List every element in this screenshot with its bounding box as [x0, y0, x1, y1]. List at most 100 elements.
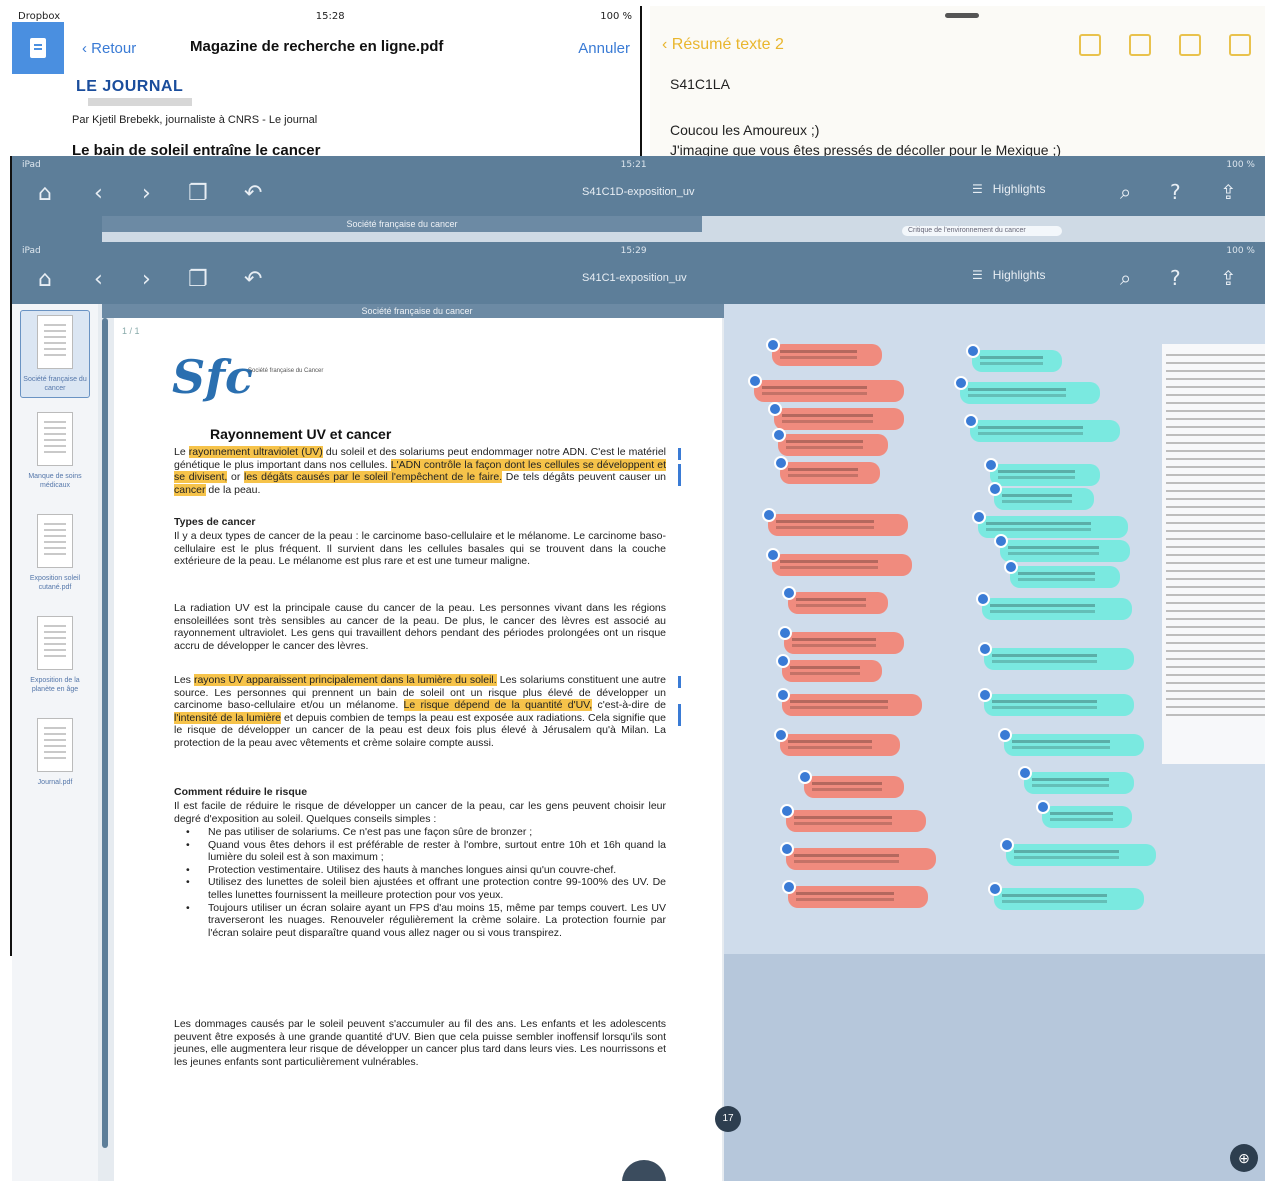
share-icon[interactable]: ⇪ — [1220, 266, 1237, 290]
highlight-bubble[interactable] — [798, 770, 904, 798]
highlighted-text[interactable]: les dégâts causés par le soleil l'empêch… — [244, 471, 503, 484]
highlight-bubble[interactable] — [966, 344, 1062, 372]
chevron-left-icon[interactable]: ‹ — [94, 268, 103, 292]
highlighted-text[interactable]: l'intensité de la lumière — [174, 711, 281, 724]
highlight-bubble[interactable] — [762, 508, 908, 536]
highlight-bubble[interactable] — [988, 482, 1094, 510]
home-icon[interactable]: ⌂ — [38, 268, 52, 292]
highlight-bubble[interactable] — [782, 586, 888, 614]
highlight-bubble[interactable] — [1004, 560, 1120, 588]
battery: 100 % — [1226, 246, 1255, 256]
camera-icon[interactable] — [1179, 34, 1201, 56]
page-thumbnail — [37, 412, 73, 466]
section-bar[interactable]: Société française du cancer — [102, 216, 702, 232]
chevron-right-icon[interactable]: › — [142, 182, 151, 206]
scrollbar[interactable] — [102, 318, 108, 1148]
highlight-bubble[interactable] — [774, 456, 880, 484]
highlight-bubble[interactable] — [776, 654, 882, 682]
search-icon[interactable]: ⌕ — [1120, 266, 1131, 290]
highlight-bubble[interactable] — [1036, 800, 1132, 828]
battery: 100 % — [600, 10, 632, 22]
chevron-left-icon[interactable]: ‹ — [94, 182, 103, 206]
drag-handle[interactable] — [945, 13, 979, 18]
highlight-bubble[interactable] — [994, 534, 1130, 562]
pages-icon[interactable]: ❐ — [188, 268, 208, 292]
share-icon[interactable]: ⇪ — [1220, 180, 1237, 204]
highlight-bubble[interactable] — [1000, 838, 1156, 866]
highlight-bubble[interactable] — [748, 374, 904, 402]
highlighted-text[interactable]: cancer — [174, 483, 206, 496]
chevron-right-icon[interactable]: › — [142, 268, 151, 292]
home-icon[interactable]: ⌂ — [38, 182, 52, 206]
highlight-marker[interactable] — [678, 676, 681, 688]
highlights-label: Highlights — [992, 182, 1046, 196]
page-label: 1 / 1 — [122, 326, 140, 336]
highlight-bubble[interactable] — [768, 402, 904, 430]
thumbnail-4[interactable]: Exposition de la planète en âge — [20, 616, 90, 694]
highlights-toggle[interactable]: ☰ Highlights — [972, 182, 1045, 196]
help-icon[interactable]: ? — [1170, 180, 1181, 204]
journal-logo: LE JOURNAL — [76, 78, 184, 95]
notes-panel: ‹ Résumé texte 2 S41C1LA Coucou les Amou… — [650, 6, 1265, 156]
highlight-bubble[interactable] — [998, 728, 1144, 756]
files-app-icon[interactable] — [12, 22, 64, 74]
thumbnail-caption: Journal.pdf — [37, 779, 73, 786]
table-icon[interactable] — [1129, 34, 1151, 56]
section-bar[interactable]: Société française du cancer — [102, 304, 732, 318]
highlights-toggle[interactable]: ☰ Highlights — [972, 268, 1045, 282]
pdf-page: 1 / 1 Sfc Société française du Cancer Ra… — [114, 318, 722, 1181]
compose-icon[interactable] — [1229, 34, 1251, 56]
list-item: Protection vestimentaire. Utilisez des h… — [174, 864, 666, 877]
highlight-pill[interactable]: Critique de l'environnement du cancer — [902, 226, 1062, 236]
highlight-bubble[interactable] — [954, 376, 1100, 404]
highlight-bubble[interactable] — [964, 414, 1120, 442]
highlight-bubble[interactable] — [988, 882, 1144, 910]
notes-back-button[interactable]: ‹ Résumé texte 2 — [662, 36, 784, 54]
undo-icon[interactable]: ↶ — [244, 268, 262, 292]
highlight-bubble[interactable] — [984, 458, 1100, 486]
undo-icon[interactable]: ↶ — [244, 182, 262, 206]
device: iPad — [22, 160, 41, 170]
zoom-icon[interactable]: ⊕ — [1230, 1144, 1258, 1172]
highlight-bubble[interactable] — [782, 880, 928, 908]
thumbnail-3[interactable]: Exposition soleil cutané.pdf — [20, 514, 90, 592]
note-line: J'imagine que vous êtes pressés de décol… — [670, 142, 1061, 156]
highlighted-text[interactable]: rayons UV apparaissent principalement da… — [193, 674, 497, 686]
carrier: Dropbox — [18, 10, 61, 22]
page-thumbnail — [37, 514, 73, 568]
highlight-bubble[interactable] — [776, 688, 922, 716]
secondary-content: Société française du cancer Critique de … — [102, 216, 1265, 242]
highlight-bubble[interactable] — [976, 592, 1132, 620]
highlight-bubble[interactable] — [1018, 766, 1134, 794]
help-icon[interactable]: ? — [1170, 266, 1181, 290]
toolbar: ⌂ ‹ › ❐ ↶ S41C1D-exposition_uv ☰ Highligh… — [12, 174, 1265, 214]
highlight-marker[interactable] — [678, 448, 681, 460]
cancel-button[interactable]: Annuler — [578, 40, 630, 57]
highlight-bubble[interactable] — [780, 842, 936, 870]
highlight-bubble[interactable] — [766, 338, 882, 366]
highlight-marker[interactable] — [678, 464, 681, 486]
thumbnail-5[interactable]: Journal.pdf — [20, 718, 90, 787]
notes-column — [1162, 344, 1265, 764]
highlighted-text[interactable]: rayonnement ultraviolet (UV) — [188, 446, 323, 458]
highlight-bubble[interactable] — [766, 548, 912, 576]
thumbnail-1[interactable]: Société française du cancer — [20, 310, 90, 398]
highlight-marker[interactable] — [678, 704, 681, 726]
highlight-bubble[interactable] — [772, 428, 888, 456]
highlight-bubble[interactable] — [978, 642, 1134, 670]
search-icon[interactable]: ⌕ — [1120, 180, 1131, 204]
highlight-bubble[interactable] — [774, 728, 900, 756]
highlight-bubble[interactable] — [780, 804, 926, 832]
thumbnail-2[interactable]: Manque de soins médicaux — [20, 412, 90, 490]
back-button[interactable]: ‹ Retour — [82, 40, 136, 57]
highlight-bubble[interactable] — [778, 626, 904, 654]
highlighted-text[interactable]: Le risque dépend de la quantité d'UV, — [403, 699, 593, 712]
battery: 100 % — [1226, 160, 1255, 170]
highlight-bubble[interactable] — [978, 688, 1134, 716]
pdf-viewer: Société française du cancer Manque de so… — [12, 304, 1265, 1181]
paragraph-6: Les dommages causés par le soleil peuven… — [174, 1018, 666, 1068]
pages-icon[interactable]: ❐ — [188, 182, 208, 206]
checklist-icon[interactable] — [1079, 34, 1101, 56]
thumbnail-caption: Société française du cancer — [23, 376, 87, 392]
page-indicator[interactable]: 17 — [715, 1106, 741, 1132]
